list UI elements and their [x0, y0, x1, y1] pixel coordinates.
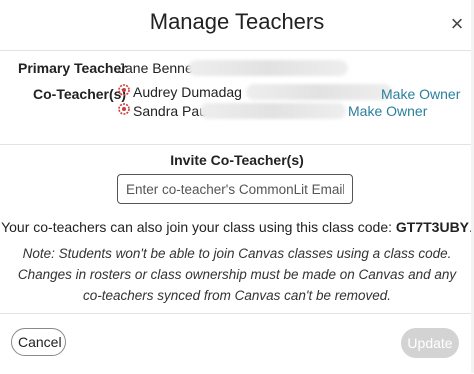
co-teacher-name: Audrey Dumadag	[133, 84, 242, 100]
modal-footer: Cancel Update	[0, 313, 474, 374]
co-teacher-email-input[interactable]	[117, 174, 353, 204]
section-divider	[0, 144, 474, 145]
modal-header: Manage Teachers ×	[0, 0, 474, 51]
redacted-email	[188, 60, 348, 76]
modal-body: Primary Teacher Jane Bennet Co-Teacher(s…	[0, 51, 474, 313]
make-owner-link[interactable]: Make Owner	[381, 86, 460, 102]
update-button[interactable]: Update	[401, 328, 459, 358]
close-icon[interactable]: ×	[446, 13, 468, 35]
class-code-text: Your co-teachers can also join your clas…	[0, 219, 474, 235]
invite-co-teachers-title: Invite Co-Teacher(s)	[170, 152, 304, 168]
cancel-button[interactable]: Cancel	[11, 328, 66, 356]
primary-teacher-label: Primary Teacher	[18, 60, 127, 76]
redacted-email	[200, 103, 346, 119]
co-teacher-name: Sandra Paul	[133, 103, 211, 119]
primary-teacher-name: Jane Bennet	[118, 60, 197, 76]
commonlit-seal-icon	[118, 84, 130, 96]
co-teachers-label: Co-Teacher(s)	[33, 86, 127, 102]
class-code: GT7T3UBY	[395, 219, 470, 235]
modal-title: Manage Teachers	[149, 9, 325, 34]
make-owner-link[interactable]: Make Owner	[348, 103, 427, 119]
class-code-prefix: Your co-teachers can also join your clas…	[1, 219, 392, 235]
redacted-email	[246, 84, 392, 100]
manage-teachers-modal: Manage Teachers × Primary Teacher Jane B…	[0, 0, 474, 373]
commonlit-seal-icon	[118, 103, 130, 115]
canvas-note: Note: Students won't be able to join Can…	[17, 246, 457, 303]
